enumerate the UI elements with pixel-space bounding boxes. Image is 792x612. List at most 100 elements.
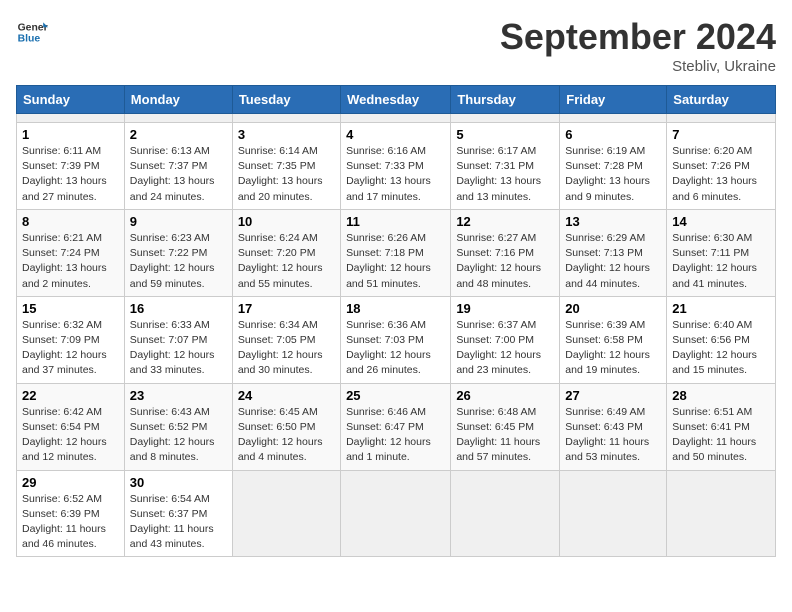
- day-number: 9: [130, 214, 227, 229]
- day-number: 20: [565, 301, 661, 316]
- col-header-tuesday: Tuesday: [232, 86, 340, 114]
- day-cell: 10 Sunrise: 6:24 AMSunset: 7:20 PMDayligh…: [232, 209, 340, 296]
- day-cell: 29 Sunrise: 6:52 AMSunset: 6:39 PMDayligh…: [17, 470, 125, 557]
- day-info: Sunrise: 6:40 AMSunset: 6:56 PMDaylight:…: [672, 318, 770, 379]
- column-headers: SundayMondayTuesdayWednesdayThursdayFrid…: [17, 86, 776, 114]
- logo-icon: General Blue: [16, 16, 48, 48]
- day-cell: [560, 114, 667, 123]
- day-info: Sunrise: 6:27 AMSunset: 7:16 PMDaylight:…: [456, 231, 554, 292]
- day-number: 13: [565, 214, 661, 229]
- day-cell: 13 Sunrise: 6:29 AMSunset: 7:13 PMDayligh…: [560, 209, 667, 296]
- day-cell: [451, 470, 560, 557]
- col-header-monday: Monday: [124, 86, 232, 114]
- day-cell: 19 Sunrise: 6:37 AMSunset: 7:00 PMDayligh…: [451, 296, 560, 383]
- month-title: September 2024: [500, 16, 776, 58]
- day-cell: 21 Sunrise: 6:40 AMSunset: 6:56 PMDayligh…: [667, 296, 776, 383]
- week-row-5: 29 Sunrise: 6:52 AMSunset: 6:39 PMDayligh…: [17, 470, 776, 557]
- day-cell: 17 Sunrise: 6:34 AMSunset: 7:05 PMDayligh…: [232, 296, 340, 383]
- day-info: Sunrise: 6:33 AMSunset: 7:07 PMDaylight:…: [130, 318, 227, 379]
- day-cell: [232, 470, 340, 557]
- day-number: 30: [130, 475, 227, 490]
- day-number: 2: [130, 127, 227, 142]
- col-header-saturday: Saturday: [667, 86, 776, 114]
- day-info: Sunrise: 6:52 AMSunset: 6:39 PMDaylight:…: [22, 492, 119, 553]
- day-info: Sunrise: 6:23 AMSunset: 7:22 PMDaylight:…: [130, 231, 227, 292]
- week-row-0: [17, 114, 776, 123]
- day-cell: 20Sunrise: 6:39 AMSunset: 6:58 PMDayligh…: [560, 296, 667, 383]
- day-cell: [341, 470, 451, 557]
- day-number: 10: [238, 214, 335, 229]
- day-info: Sunrise: 6:24 AMSunset: 7:20 PMDaylight:…: [238, 231, 335, 292]
- day-cell: 28Sunrise: 6:51 AMSunset: 6:41 PMDayligh…: [667, 383, 776, 470]
- day-cell: [560, 470, 667, 557]
- week-row-1: 1 Sunrise: 6:11 AMSunset: 7:39 PMDaylight…: [17, 123, 776, 210]
- day-info: Sunrise: 6:43 AMSunset: 6:52 PMDaylight:…: [130, 405, 227, 466]
- day-cell: 11Sunrise: 6:26 AMSunset: 7:18 PMDayligh…: [341, 209, 451, 296]
- day-number: 4: [346, 127, 445, 142]
- page-header: General Blue September 2024 Stebliv, Ukr…: [16, 16, 776, 75]
- day-number: 23: [130, 388, 227, 403]
- day-cell: 18Sunrise: 6:36 AMSunset: 7:03 PMDayligh…: [341, 296, 451, 383]
- day-cell: 2 Sunrise: 6:13 AMSunset: 7:37 PMDaylight…: [124, 123, 232, 210]
- day-cell: 26 Sunrise: 6:48 AMSunset: 6:45 PMDayligh…: [451, 383, 560, 470]
- day-info: Sunrise: 6:13 AMSunset: 7:37 PMDaylight:…: [130, 144, 227, 205]
- col-header-wednesday: Wednesday: [341, 86, 451, 114]
- day-info: Sunrise: 6:11 AMSunset: 7:39 PMDaylight:…: [22, 144, 119, 205]
- day-cell: 5 Sunrise: 6:17 AMSunset: 7:31 PMDaylight…: [451, 123, 560, 210]
- day-info: Sunrise: 6:45 AMSunset: 6:50 PMDaylight:…: [238, 405, 335, 466]
- day-info: Sunrise: 6:16 AMSunset: 7:33 PMDaylight:…: [346, 144, 445, 205]
- day-info: Sunrise: 6:37 AMSunset: 7:00 PMDaylight:…: [456, 318, 554, 379]
- day-info: Sunrise: 6:34 AMSunset: 7:05 PMDaylight:…: [238, 318, 335, 379]
- week-row-4: 22 Sunrise: 6:42 AMSunset: 6:54 PMDayligh…: [17, 383, 776, 470]
- col-header-friday: Friday: [560, 86, 667, 114]
- day-info: Sunrise: 6:19 AMSunset: 7:28 PMDaylight:…: [565, 144, 661, 205]
- day-number: 3: [238, 127, 335, 142]
- day-number: 8: [22, 214, 119, 229]
- day-info: Sunrise: 6:51 AMSunset: 6:41 PMDaylight:…: [672, 405, 770, 466]
- day-cell: 3 Sunrise: 6:14 AMSunset: 7:35 PMDaylight…: [232, 123, 340, 210]
- day-cell: 4 Sunrise: 6:16 AMSunset: 7:33 PMDaylight…: [341, 123, 451, 210]
- day-info: Sunrise: 6:42 AMSunset: 6:54 PMDaylight:…: [22, 405, 119, 466]
- day-number: 15: [22, 301, 119, 316]
- day-info: Sunrise: 6:29 AMSunset: 7:13 PMDaylight:…: [565, 231, 661, 292]
- day-cell: [232, 114, 340, 123]
- day-cell: [667, 114, 776, 123]
- day-cell: 1 Sunrise: 6:11 AMSunset: 7:39 PMDaylight…: [17, 123, 125, 210]
- day-cell: 30 Sunrise: 6:54 AMSunset: 6:37 PMDayligh…: [124, 470, 232, 557]
- day-number: 26: [456, 388, 554, 403]
- col-header-thursday: Thursday: [451, 86, 560, 114]
- day-cell: 22 Sunrise: 6:42 AMSunset: 6:54 PMDayligh…: [17, 383, 125, 470]
- day-info: Sunrise: 6:30 AMSunset: 7:11 PMDaylight:…: [672, 231, 770, 292]
- day-number: 17: [238, 301, 335, 316]
- day-number: 7: [672, 127, 770, 142]
- day-number: 12: [456, 214, 554, 229]
- day-info: Sunrise: 6:17 AMSunset: 7:31 PMDaylight:…: [456, 144, 554, 205]
- day-number: 25: [346, 388, 445, 403]
- day-info: Sunrise: 6:14 AMSunset: 7:35 PMDaylight:…: [238, 144, 335, 205]
- day-number: 29: [22, 475, 119, 490]
- day-number: 1: [22, 127, 119, 142]
- day-info: Sunrise: 6:20 AMSunset: 7:26 PMDaylight:…: [672, 144, 770, 205]
- day-cell: 8Sunrise: 6:21 AMSunset: 7:24 PMDaylight…: [17, 209, 125, 296]
- logo: General Blue: [16, 16, 48, 48]
- week-row-2: 8Sunrise: 6:21 AMSunset: 7:24 PMDaylight…: [17, 209, 776, 296]
- day-cell: [667, 470, 776, 557]
- title-block: September 2024 Stebliv, Ukraine: [500, 16, 776, 75]
- day-info: Sunrise: 6:54 AMSunset: 6:37 PMDaylight:…: [130, 492, 227, 553]
- svg-text:Blue: Blue: [18, 34, 41, 45]
- day-info: Sunrise: 6:48 AMSunset: 6:45 PMDaylight:…: [456, 405, 554, 466]
- day-number: 5: [456, 127, 554, 142]
- day-number: 21: [672, 301, 770, 316]
- day-cell: 12 Sunrise: 6:27 AMSunset: 7:16 PMDayligh…: [451, 209, 560, 296]
- day-number: 18: [346, 301, 445, 316]
- day-cell: [341, 114, 451, 123]
- day-number: 24: [238, 388, 335, 403]
- day-cell: [124, 114, 232, 123]
- day-cell: [451, 114, 560, 123]
- day-cell: 9 Sunrise: 6:23 AMSunset: 7:22 PMDaylight…: [124, 209, 232, 296]
- day-number: 22: [22, 388, 119, 403]
- day-number: 6: [565, 127, 661, 142]
- day-info: Sunrise: 6:26 AMSunset: 7:18 PMDaylight:…: [346, 231, 445, 292]
- day-number: 19: [456, 301, 554, 316]
- day-cell: 16Sunrise: 6:33 AMSunset: 7:07 PMDayligh…: [124, 296, 232, 383]
